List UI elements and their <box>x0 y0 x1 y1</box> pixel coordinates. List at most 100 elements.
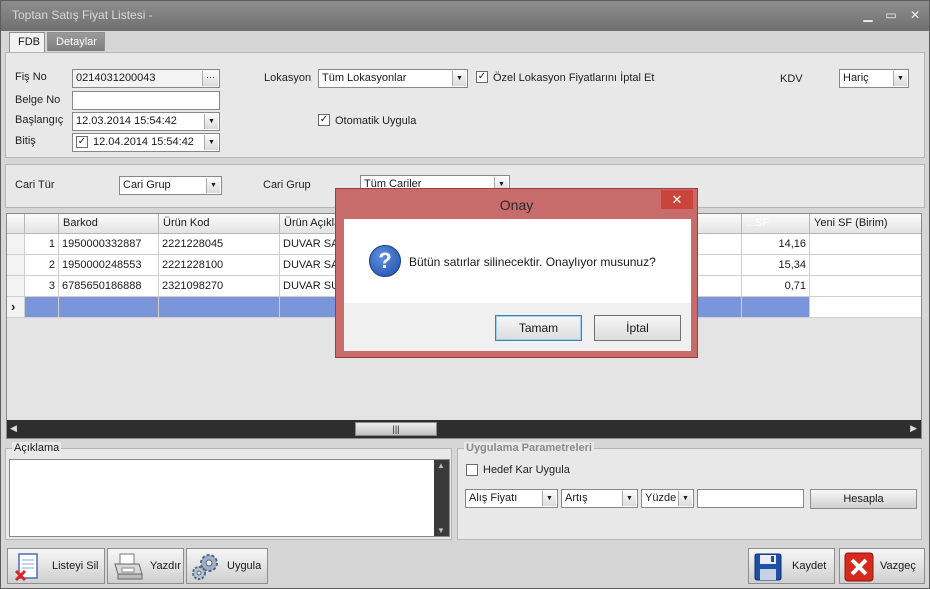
kaydet-button[interactable]: Kaydet <box>748 548 835 584</box>
aciklama-scrollbar[interactable]: ▲ ▼ <box>434 460 449 536</box>
uygulama-title: Uygulama Parametreleri <box>464 442 594 454</box>
header-panel: Fiş No 0214031200043 ··· Belge No Başlan… <box>5 52 925 158</box>
cari-grup-label: Cari Grup <box>263 179 311 191</box>
lokasyon-label: Lokasyon <box>264 72 312 84</box>
chevron-down-icon[interactable]: ▼ <box>678 491 692 506</box>
close-icon[interactable]: ✕ <box>906 7 924 23</box>
vazgec-button[interactable]: Vazgeç <box>839 548 925 584</box>
horizontal-scrollbar[interactable]: ◀ ||| ▶ <box>7 420 921 438</box>
bitis-label: Bitiş <box>15 135 36 147</box>
chevron-down-icon[interactable]: ▼ <box>204 135 218 150</box>
bitis-value: 12.04.2014 15:54:42 <box>93 136 194 148</box>
oran-tipi-select[interactable]: Yüzde ▼ <box>641 489 694 508</box>
chevron-down-icon[interactable]: ▼ <box>204 114 218 129</box>
ozel-lokasyon-checkbox[interactable]: ✓ <box>476 71 488 83</box>
scroll-right-icon[interactable]: ▶ <box>910 423 917 434</box>
dialog-close-icon[interactable]: ✕ <box>661 190 693 209</box>
scroll-down-icon[interactable]: ▼ <box>437 526 445 535</box>
tab-detaylar[interactable]: Detaylar <box>47 32 105 51</box>
printer-icon <box>114 553 143 580</box>
chevron-down-icon[interactable]: ▼ <box>542 491 556 506</box>
tab-fdb[interactable]: FDB <box>9 32 45 52</box>
dialog-message: Bütün satırlar silinecektir. Onaylıyor m… <box>409 255 656 269</box>
kdv-value: Hariç <box>843 72 869 84</box>
cell-sf[interactable]: 0,71 <box>742 276 810 297</box>
cell-barkod[interactable]: 1950000332887 <box>59 234 159 255</box>
uygula-button[interactable]: Uygula <box>186 548 268 584</box>
hedef-kar-checkbox[interactable] <box>466 464 478 476</box>
lokasyon-select[interactable]: Tüm Lokasyonlar ▼ <box>318 69 468 88</box>
islem-select[interactable]: Artış ▼ <box>561 489 638 508</box>
fis-no-value: 0214031200043 <box>76 72 156 84</box>
cell-yeni-sf[interactable] <box>810 234 921 255</box>
fis-no-field[interactable]: 0214031200043 ··· <box>72 69 220 88</box>
kdv-select[interactable]: Hariç ▼ <box>839 69 909 88</box>
new-row-cell[interactable] <box>810 297 921 318</box>
cell-urun-kod[interactable]: 2221228045 <box>159 234 280 255</box>
tamam-button[interactable]: Tamam <box>495 315 582 341</box>
listeyi-sil-button[interactable]: Listeyi Sil <box>7 548 105 584</box>
new-row-cell[interactable] <box>59 297 159 318</box>
grid-header-urun-kod[interactable]: Ürün Kod <box>159 214 280 234</box>
grid-header-barkod[interactable]: Barkod <box>59 214 159 234</box>
lokasyon-value: Tüm Lokasyonlar <box>322 72 407 84</box>
grid-header-sf[interactable]: ...SF <box>742 214 810 234</box>
kdv-label: KDV <box>780 73 803 85</box>
cell-urun-kod[interactable]: 2221228100 <box>159 255 280 276</box>
window-title: Toptan Satış Fiyat Listesi - <box>12 8 153 22</box>
dialog-body: ? Bütün satırlar silinecektir. Onaylıyor… <box>344 219 691 351</box>
aciklama-textarea[interactable] <box>9 459 450 537</box>
yazdir-button[interactable]: Yazdır <box>107 548 184 584</box>
dialog-message-area: ? Bütün satırlar silinecektir. Onaylıyor… <box>344 219 691 303</box>
confirm-dialog: Onay ✕ ? Bütün satırlar silinecektir. On… <box>335 188 698 358</box>
cari-tur-value: Cari Grup <box>123 179 171 191</box>
row-indicator[interactable] <box>7 276 25 297</box>
cell-urun-kod[interactable]: 2321098270 <box>159 276 280 297</box>
bitis-date-field[interactable]: ✓ 12.04.2014 15:54:42 ▼ <box>72 133 220 152</box>
uygulama-parametreleri-group: Uygulama Parametreleri Hedef Kar Uygula … <box>457 442 922 540</box>
new-row-cell[interactable] <box>159 297 280 318</box>
maximize-icon[interactable]: ▭ <box>882 7 900 23</box>
bitis-checkbox[interactable]: ✓ <box>76 136 88 148</box>
cell-sf[interactable]: 14,16 <box>742 234 810 255</box>
grid-header-yeni-sf[interactable]: Yeni SF (Birim) <box>810 214 921 234</box>
chevron-down-icon[interactable]: ▼ <box>452 71 466 86</box>
chevron-down-icon[interactable]: ▼ <box>893 71 907 86</box>
fis-no-browse-button[interactable]: ··· <box>202 71 218 86</box>
cari-tur-label: Cari Tür <box>15 179 55 191</box>
fiyat-tipi-select[interactable]: Alış Fiyatı ▼ <box>465 489 558 508</box>
hesapla-button[interactable]: Hesapla <box>810 489 917 509</box>
gear-icon <box>192 554 218 580</box>
otomatik-uygula-checkbox[interactable]: ✓ <box>318 114 330 126</box>
cell-yeni-sf[interactable] <box>810 276 921 297</box>
row-indicator[interactable] <box>7 255 25 276</box>
cell-barkod[interactable]: 6785650186888 <box>59 276 159 297</box>
hedef-kar-label: Hedef Kar Uygula <box>483 464 570 476</box>
baslangic-date-field[interactable]: 12.03.2014 15:54:42 ▼ <box>72 112 220 131</box>
grid-header-no <box>25 214 59 234</box>
save-icon <box>754 553 782 581</box>
title-bar: Toptan Satış Fiyat Listesi - ▁ ▭ ✕ <box>1 1 929 31</box>
scroll-thumb[interactable]: ||| <box>355 422 437 436</box>
deger-input[interactable] <box>697 489 804 508</box>
fiyat-tipi-value: Alış Fiyatı <box>469 492 518 504</box>
cell-sf[interactable]: 15,34 <box>742 255 810 276</box>
grid-corner <box>7 214 25 234</box>
scroll-up-icon[interactable]: ▲ <box>437 461 445 470</box>
chevron-down-icon[interactable]: ▼ <box>622 491 636 506</box>
scroll-left-icon[interactable]: ◀ <box>10 423 17 434</box>
cari-tur-select[interactable]: Cari Grup ▼ <box>119 176 222 195</box>
vazgec-label: Vazgeç <box>880 560 916 572</box>
delete-list-icon <box>14 553 38 582</box>
chevron-down-icon[interactable]: ▼ <box>206 178 220 193</box>
belge-no-field[interactable] <box>72 91 220 110</box>
cell-barkod[interactable]: 1950000248553 <box>59 255 159 276</box>
new-row-indicator[interactable]: › <box>7 297 25 318</box>
row-indicator[interactable] <box>7 234 25 255</box>
ozel-lokasyon-label: Özel Lokasyon Fiyatlarını İptal Et <box>493 72 655 84</box>
minimize-icon[interactable]: ▁ <box>859 7 877 23</box>
new-row-cell[interactable] <box>25 297 59 318</box>
new-row-cell[interactable] <box>742 297 810 318</box>
cell-yeni-sf[interactable] <box>810 255 921 276</box>
iptal-button[interactable]: İptal <box>594 315 681 341</box>
